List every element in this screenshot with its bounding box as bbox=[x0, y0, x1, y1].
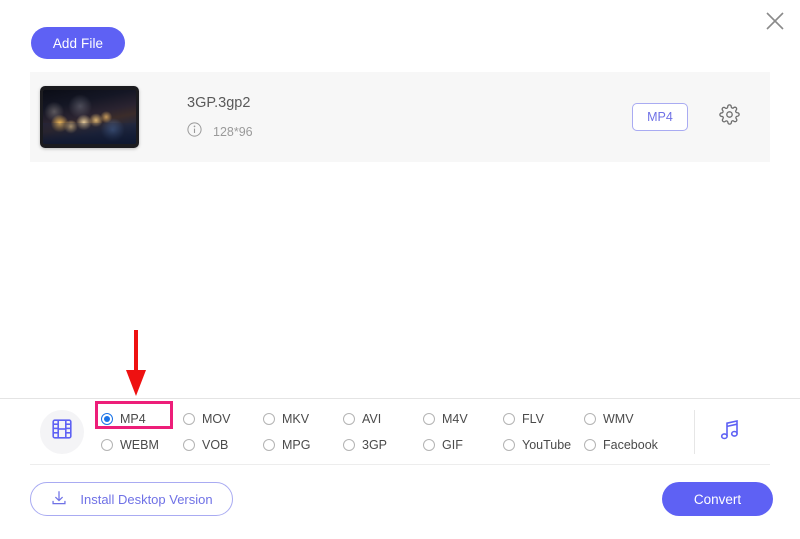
video-thumbnail bbox=[40, 86, 139, 148]
format-option-label: YouTube bbox=[522, 437, 572, 452]
format-option-vob[interactable]: VOB bbox=[183, 438, 263, 452]
file-target-format-button[interactable]: MP4 bbox=[632, 103, 688, 131]
format-option-label: M4V bbox=[442, 411, 468, 426]
format-option-youtube[interactable]: YouTube bbox=[503, 438, 584, 452]
film-strip-icon bbox=[50, 417, 74, 446]
annotation-arrow bbox=[122, 330, 150, 403]
radio-icon bbox=[183, 412, 195, 425]
format-selector: MP4 MOV MKV AVI M4V FLV WMV WEBM VOB MPG… bbox=[0, 399, 800, 464]
file-list-item[interactable]: 3GP.3gp2 128*96 MP4 bbox=[30, 72, 770, 162]
format-option-label: VOB bbox=[202, 437, 229, 452]
radio-icon bbox=[263, 438, 275, 451]
radio-icon bbox=[101, 412, 113, 425]
format-option-mp4[interactable]: MP4 bbox=[101, 412, 183, 426]
radio-icon bbox=[343, 412, 355, 425]
format-option-label: FLV bbox=[522, 411, 544, 426]
format-option-label: MPG bbox=[282, 437, 311, 452]
gear-icon bbox=[718, 104, 740, 130]
video-converter-window: Add File 3GP.3gp2 128*96 MP4 MP4 MOV MKV… bbox=[0, 0, 800, 539]
format-option-m4v[interactable]: M4V bbox=[423, 412, 503, 426]
radio-icon bbox=[503, 412, 515, 425]
radio-icon bbox=[584, 412, 596, 425]
file-name: 3GP.3gp2 bbox=[187, 94, 251, 111]
radio-icon bbox=[343, 438, 355, 451]
radio-icon bbox=[101, 438, 113, 451]
format-option-label: MKV bbox=[282, 411, 310, 426]
format-option-label: WEBM bbox=[120, 437, 159, 452]
format-option-avi[interactable]: AVI bbox=[343, 412, 423, 426]
format-option-flv[interactable]: FLV bbox=[503, 412, 584, 426]
format-separator bbox=[694, 410, 695, 454]
format-option-3gp[interactable]: 3GP bbox=[343, 438, 423, 452]
file-info: 3GP.3gp2 128*96 bbox=[187, 93, 632, 142]
radio-icon bbox=[183, 438, 195, 451]
format-option-facebook[interactable]: Facebook bbox=[584, 438, 684, 452]
radio-icon bbox=[423, 438, 435, 451]
close-button[interactable] bbox=[758, 4, 792, 38]
divider-bottom bbox=[30, 464, 770, 465]
format-option-label: MP4 bbox=[120, 411, 146, 426]
format-option-label: AVI bbox=[362, 411, 382, 426]
add-file-button[interactable]: Add File bbox=[31, 27, 125, 59]
convert-button[interactable]: Convert bbox=[662, 482, 773, 516]
close-icon bbox=[764, 10, 786, 32]
file-settings-button[interactable] bbox=[714, 102, 744, 132]
radio-icon bbox=[263, 412, 275, 425]
video-formats-button[interactable] bbox=[40, 409, 84, 454]
format-option-label: GIF bbox=[442, 437, 463, 452]
format-option-label: MOV bbox=[202, 411, 231, 426]
format-option-label: WMV bbox=[603, 411, 634, 426]
radio-icon bbox=[584, 438, 596, 451]
format-option-wmv[interactable]: WMV bbox=[584, 412, 684, 426]
radio-icon bbox=[503, 438, 515, 451]
install-desktop-version-button[interactable]: Install Desktop Version bbox=[30, 482, 233, 516]
format-option-mpg[interactable]: MPG bbox=[263, 438, 343, 452]
format-option-gif[interactable]: GIF bbox=[423, 438, 503, 452]
format-option-mkv[interactable]: MKV bbox=[263, 412, 343, 426]
radio-icon bbox=[423, 412, 435, 425]
format-option-label: 3GP bbox=[362, 437, 388, 452]
install-desktop-version-label: Install Desktop Version bbox=[80, 491, 213, 507]
download-icon bbox=[50, 489, 68, 510]
audio-formats-button[interactable] bbox=[710, 412, 750, 452]
format-radio-grid: MP4 MOV MKV AVI M4V FLV WMV WEBM VOB MPG… bbox=[101, 406, 684, 458]
format-option-webm[interactable]: WEBM bbox=[101, 438, 183, 452]
format-option-label: Facebook bbox=[603, 437, 658, 452]
format-option-mov[interactable]: MOV bbox=[183, 412, 263, 426]
file-resolution: 128*96 bbox=[213, 124, 253, 139]
info-icon[interactable] bbox=[187, 121, 202, 142]
music-note-icon bbox=[717, 417, 743, 448]
